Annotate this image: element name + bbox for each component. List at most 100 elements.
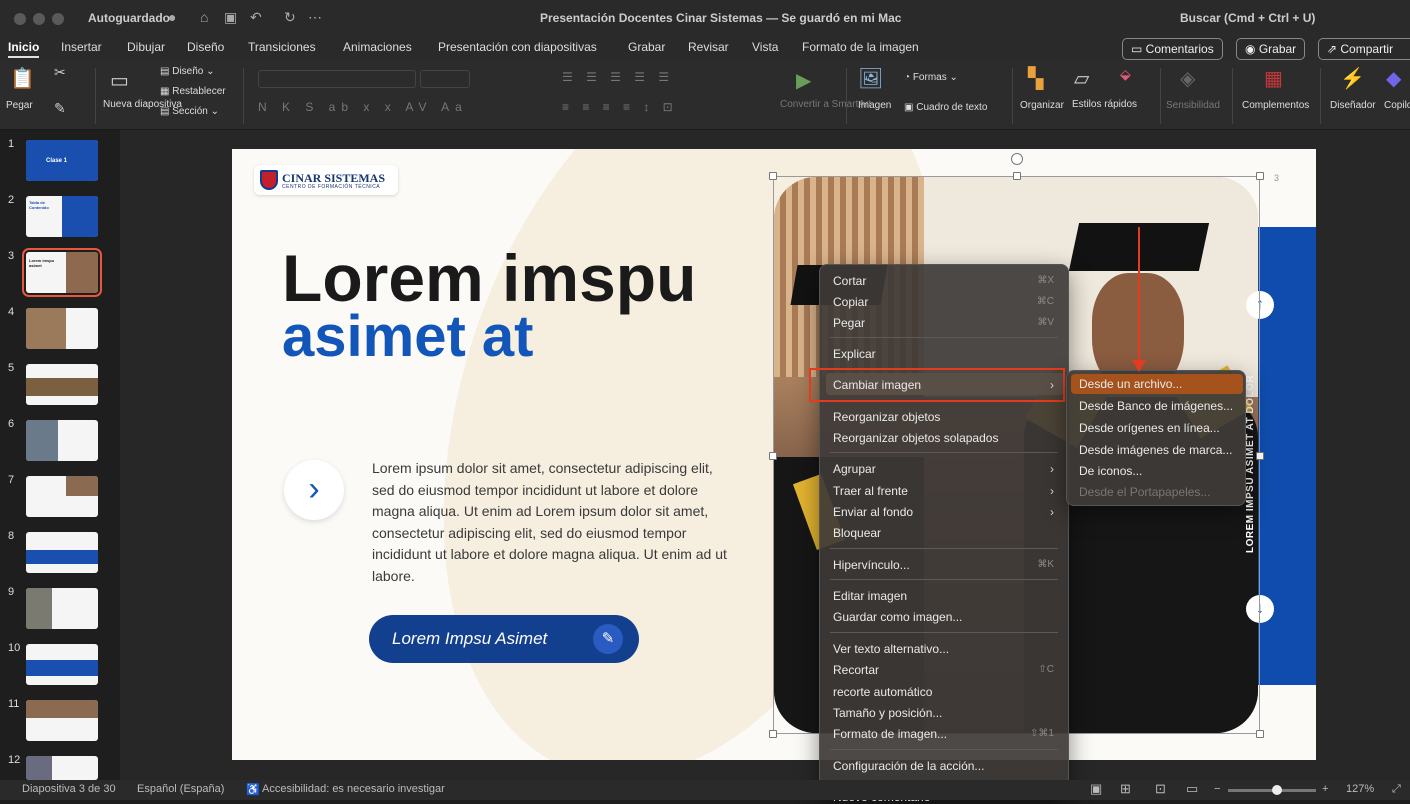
accessibility-status[interactable]: Accesibilidad: es necesario investigar [262,783,445,795]
search-box[interactable]: Buscar (Cmd + Ctrl + U) [1180,11,1315,25]
menu-hyperlink[interactable]: Hipervínculo... [833,558,910,572]
sorter-view-icon[interactable]: ⊞ [1120,781,1131,797]
new-slide-icon[interactable]: ▭ [110,68,129,93]
slide-thumbnail-5[interactable] [26,364,98,405]
tab-dibujar[interactable]: Dibujar [127,40,165,54]
slide-thumbnail-10[interactable] [26,644,98,685]
redo-icon[interactable]: ↻ [284,9,296,26]
menu-explain[interactable]: Explicar [833,347,876,361]
save-icon[interactable]: ▣ [224,9,237,26]
tab-formato-imagen[interactable]: Formato de la imagen [802,40,919,54]
menu-action-settings[interactable]: Configuración de la acción... [833,759,984,773]
zoom-slider-thumb[interactable] [1272,785,1282,795]
zoom-slider[interactable] [1228,785,1316,795]
paste-icon[interactable]: 📋 [10,66,35,91]
tab-revisar[interactable]: Revisar [688,40,729,54]
record-button[interactable]: ◉ Grabar [1236,38,1306,60]
tab-presentacion[interactable]: Presentación con diapositivas [438,40,597,54]
zoom-in-icon[interactable]: + [1322,783,1328,795]
resize-handle[interactable] [1256,730,1264,738]
language-indicator[interactable]: Español (España) [137,783,224,795]
font-family-select[interactable] [258,70,416,88]
sensitivity-icon[interactable]: ◈ [1180,66,1195,91]
slide-thumbnail-2[interactable]: Tabla de Contenido [26,196,98,237]
menu-send-back[interactable]: Enviar al fondo [833,505,913,519]
menu-alt-text[interactable]: Ver texto alternativo... [833,642,949,656]
align-buttons[interactable]: ≡ ≡ ≡ ≡ ↕ ⊡ [562,100,678,114]
submenu-from-file[interactable]: Desde un archivo... [1079,377,1182,391]
layout-button[interactable]: ▤ Diseño ⌄ [160,66,215,77]
submenu-from-stock[interactable]: Desde Banco de imágenes... [1079,399,1233,413]
slide-thumbnail-3[interactable]: Lorem imspu asimet [22,248,102,297]
arrange-icon[interactable]: ▚ [1028,66,1043,91]
reading-view-icon[interactable]: ⊡ [1155,781,1166,797]
menu-bring-front[interactable]: Traer al frente [833,484,908,498]
slide-thumbnail-11[interactable] [26,700,98,741]
resize-handle[interactable] [1256,172,1264,180]
designer-icon[interactable]: ⚡ [1340,66,1365,91]
menu-paste[interactable]: Pegar [833,316,865,330]
resize-handle[interactable] [769,452,777,460]
home-icon[interactable]: ⌂ [200,9,208,25]
tab-transiciones[interactable]: Transiciones [248,40,316,54]
minimize-window-button[interactable] [33,13,45,25]
resize-handle[interactable] [769,172,777,180]
slide-thumbnail-4[interactable] [26,308,98,349]
image-icon[interactable]: 🖼 [858,66,883,91]
menu-copy[interactable]: Copiar [833,295,868,309]
menu-auto-crop[interactable]: recorte automático [833,685,932,699]
submenu-from-icons[interactable]: De iconos... [1079,464,1142,478]
addins-icon[interactable]: ▦ [1264,66,1283,91]
menu-save-image[interactable]: Guardar como imagen... [833,610,962,624]
fit-slide-icon[interactable]: ⤢ [1392,783,1401,796]
zoom-window-button[interactable] [52,13,64,25]
cta-pill[interactable]: Lorem Impsu Asimet ✎ [369,615,639,663]
slide-thumbnail-12[interactable] [26,756,98,780]
comments-button[interactable]: ▭ Comentarios [1122,38,1223,60]
scissors-icon[interactable]: ✂ [54,64,66,81]
menu-reorganize[interactable]: Reorganizar objetos [833,410,940,424]
rotate-handle[interactable] [1011,153,1023,165]
fill-color-icon[interactable]: ⬙ [1120,66,1131,83]
resize-handle[interactable] [769,730,777,738]
share-button[interactable]: ⇗ Compartir [1318,38,1410,60]
copilot-icon[interactable]: ◆ [1386,66,1401,91]
textbox-button[interactable]: ▣ Cuadro de texto [904,102,987,113]
resize-handle[interactable] [1013,172,1021,180]
quick-styles-icon[interactable]: ▱ [1074,66,1089,91]
more-icon[interactable]: ⋯ [308,9,322,26]
slide-heading-line2[interactable]: asimet at [282,307,533,367]
font-format-buttons[interactable]: N K S ab x x AV Aa [258,100,468,114]
slide-thumbnail-6[interactable] [26,420,98,461]
menu-size-position[interactable]: Tamaño y posición... [833,706,942,720]
tab-inicio[interactable]: Inicio [8,40,40,58]
close-window-button[interactable] [14,13,26,25]
shapes-button[interactable]: ◔ Formas ⌄ [904,72,958,83]
format-painter-icon[interactable]: ✎ [54,100,66,117]
menu-format-image[interactable]: Formato de imagen... [833,727,947,741]
undo-icon[interactable]: ↶ [250,9,262,26]
tab-insertar[interactable]: Insertar [61,40,102,54]
resize-handle[interactable] [1256,452,1264,460]
reset-button[interactable]: ▦ Restablecer [160,86,226,97]
tab-diseno[interactable]: Diseño [187,40,224,54]
tab-animaciones[interactable]: Animaciones [343,40,412,54]
font-size-select[interactable] [420,70,470,88]
smartart-icon[interactable]: ▶ [796,68,811,93]
slide-heading-line1[interactable]: Lorem imspu [282,245,696,311]
autosave-toggle-icon[interactable]: ● [168,9,176,25]
slideshow-icon[interactable]: ▭ [1186,781,1198,797]
menu-edit-image[interactable]: Editar imagen [833,589,907,603]
zoom-out-icon[interactable]: − [1214,783,1220,795]
menu-cut[interactable]: Cortar [833,274,866,288]
menu-reorganize-overlap[interactable]: Reorganizar objetos solapados [833,431,998,445]
menu-group[interactable]: Agrupar [833,462,876,476]
zoom-level[interactable]: 127% [1346,783,1374,795]
normal-view-icon[interactable]: ▣ [1090,781,1102,797]
slide-thumbnail-1[interactable]: Clase 1 [26,140,98,181]
submenu-from-online[interactable]: Desde orígenes en línea... [1079,421,1220,435]
menu-crop[interactable]: Recortar [833,663,879,677]
slide-thumbnail-8[interactable] [26,532,98,573]
tab-grabar[interactable]: Grabar [628,40,665,54]
submenu-from-brand[interactable]: Desde imágenes de marca... [1079,443,1232,457]
